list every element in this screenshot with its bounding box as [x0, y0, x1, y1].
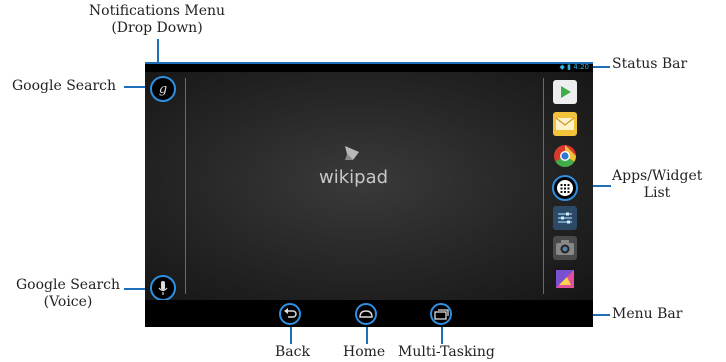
tablet-screen: ◆ ▮ 4:20 g wikipad [145, 62, 593, 327]
envelope-icon [555, 117, 575, 130]
microphone-icon [158, 281, 168, 295]
callout-line-notifications [157, 39, 159, 63]
email-app-icon[interactable] [553, 112, 577, 136]
label-google-search: Google Search [12, 78, 116, 94]
label-apps-widget-list: Apps/Widget List [612, 168, 702, 202]
callout-line-status-bar [593, 66, 610, 68]
label-menu-bar: Menu Bar [612, 306, 683, 322]
apps-widget-list-button[interactable] [552, 175, 578, 201]
google-search-button[interactable]: g [150, 76, 176, 102]
wifi-icon: ◆ [559, 63, 565, 71]
play-store-app-icon[interactable] [553, 80, 577, 104]
callout-line-menu-bar [593, 314, 610, 316]
battery-icon: ▮ [567, 63, 572, 71]
label-google-voice-line1: Google Search [16, 277, 120, 293]
home-screen: g wikipad [145, 72, 593, 301]
home-icon [359, 310, 373, 318]
status-time: 4:20 [573, 63, 589, 71]
gallery-icon [556, 270, 574, 288]
home-button[interactable] [355, 303, 377, 325]
google-voice-search-button[interactable] [150, 275, 176, 301]
back-button[interactable] [279, 303, 301, 325]
label-status-bar: Status Bar [612, 56, 688, 72]
status-bar-highlight [145, 62, 593, 64]
chrome-icon [554, 145, 576, 167]
multitasking-button[interactable] [430, 303, 452, 325]
wikipad-logo-icon [345, 146, 359, 160]
menu-bar [145, 300, 593, 327]
label-notifications-menu: Notifications Menu (Drop Down) [78, 3, 236, 37]
label-google-search-voice: Google Search (Voice) [12, 277, 124, 311]
camera-icon [556, 240, 574, 255]
right-divider [543, 78, 544, 294]
chrome-app-icon[interactable] [553, 144, 577, 168]
google-g-icon: g [158, 81, 168, 97]
left-divider [185, 78, 186, 294]
label-notifications-line1: Notifications Menu [88, 3, 226, 19]
label-apps-line2: List [643, 185, 671, 201]
settings-app-icon[interactable] [553, 206, 577, 230]
label-notifications-line2: (Drop Down) [111, 20, 203, 36]
apps-grid-icon [557, 180, 573, 196]
wikipad-logo-text: wikipad [319, 167, 389, 188]
recent-apps-icon [434, 309, 449, 320]
label-apps-line1: Apps/Widget [612, 168, 703, 184]
label-google-voice-line2: (Voice) [43, 294, 93, 310]
sliders-icon [558, 212, 572, 224]
label-home: Home [343, 344, 386, 360]
label-multitasking: Multi-Tasking [398, 344, 495, 360]
label-back: Back [275, 344, 310, 360]
back-arrow-icon [284, 308, 297, 318]
play-triangle-icon [561, 86, 571, 98]
camera-app-icon[interactable] [553, 236, 577, 260]
gallery-app-icon[interactable] [553, 267, 577, 291]
